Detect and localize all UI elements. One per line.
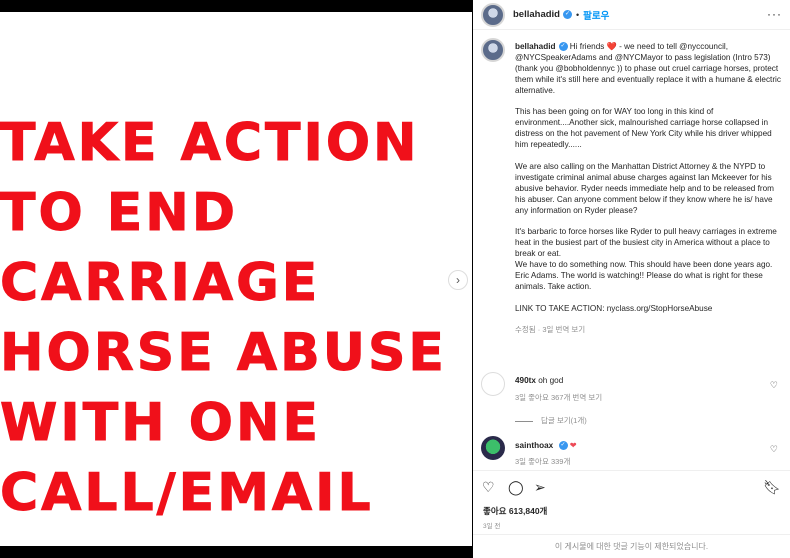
post-actions: ♡ ◯ ➢ 🔖︎ <box>473 470 790 500</box>
comment-avatar[interactable] <box>481 372 505 396</box>
comment-text: ❤ <box>569 441 577 450</box>
more-options-icon[interactable]: ··· <box>767 7 782 21</box>
caption-meta: 수정됨 · 3일 번역 보기 <box>515 325 586 335</box>
comment-bubble-icon[interactable]: ◯ <box>508 479 524 496</box>
view-replies-button[interactable]: 답글 보기(1개) <box>515 415 587 426</box>
likes-count[interactable]: 좋아요 613,840개 <box>483 505 547 517</box>
comment-meta: 3일 좋아요 339개 <box>515 457 571 466</box>
comment-body: 490tx oh god <box>515 376 755 385</box>
separator-dot: • <box>575 9 580 20</box>
poster-line-3: CARRIAGE <box>0 253 321 313</box>
poster-line-4: HORSE ABUSE <box>0 323 447 383</box>
verified-badge-icon: ✓ <box>558 42 568 52</box>
post-header: bellahadid ✓ • 팔로우 ··· <box>473 0 790 30</box>
poster-line-2: TO END <box>0 183 238 243</box>
caption-paragraph-2: This has been going on for WAY too long … <box>515 107 772 150</box>
comment-like-heart-icon[interactable]: ♡ <box>770 380 778 391</box>
view-replies-label: 답글 보기(1개) <box>541 416 587 425</box>
post-detail-pane: bellahadid ✓ • 팔로우 ··· bellahadid ✓ Hi fr… <box>473 0 790 558</box>
post-image: TAKE ACTION TO END CARRIAGE HORSE ABUSE … <box>0 12 472 546</box>
poster-line-5: WITH ONE <box>0 393 322 453</box>
header-username[interactable]: bellahadid <box>513 9 560 20</box>
comment-avatar[interactable] <box>481 436 505 460</box>
comment-body: sainthoax ✓ ❤ <box>515 440 755 451</box>
comment-like-heart-icon[interactable]: ♡ <box>770 444 778 455</box>
caption-paragraph-4: It's barbaric to force horses like Ryder… <box>515 227 777 291</box>
post-time: 3일 전 <box>483 523 501 530</box>
chevron-right-icon: › <box>456 273 460 287</box>
poster-line-1: TAKE ACTION <box>0 113 420 173</box>
caption-avatar[interactable] <box>481 38 505 62</box>
poster-line-6: CALL/EMAIL <box>0 463 374 523</box>
verified-badge-icon: ✓ <box>562 10 572 19</box>
post-media: TAKE ACTION TO END CARRIAGE HORSE ABUSE … <box>0 0 472 558</box>
caption-paragraph-5: LINK TO TAKE ACTION: nyclass.org/StopHor… <box>515 303 713 313</box>
follow-button[interactable]: 팔로우 <box>583 8 609 22</box>
comment-username[interactable]: sainthoax <box>515 441 553 450</box>
next-image-button[interactable]: › <box>448 270 468 290</box>
caption-text: bellahadid ✓ Hi friends ❤️ - we need to t… <box>515 42 781 336</box>
comment-meta: 3일 좋아요 367개 번역 보기 <box>515 393 603 402</box>
verified-badge-icon: ✓ <box>558 441 568 451</box>
comments-restricted-notice: 이 게시물에 대한 댓글 기능이 제한되었습니다. <box>473 534 790 558</box>
media-top-bar <box>0 0 472 12</box>
avatar[interactable] <box>481 2 505 27</box>
comment-username[interactable]: 490tx <box>515 376 536 385</box>
replies-line <box>515 420 533 422</box>
share-send-icon[interactable]: ➢ <box>534 479 546 496</box>
comment-text: oh god <box>538 376 564 385</box>
like-heart-icon[interactable]: ♡ <box>482 479 495 496</box>
bookmark-icon[interactable]: 🔖︎ <box>763 479 781 496</box>
caption-username[interactable]: bellahadid <box>515 42 556 51</box>
caption-paragraph-3: We are also calling on the Manhattan Dis… <box>515 161 774 215</box>
